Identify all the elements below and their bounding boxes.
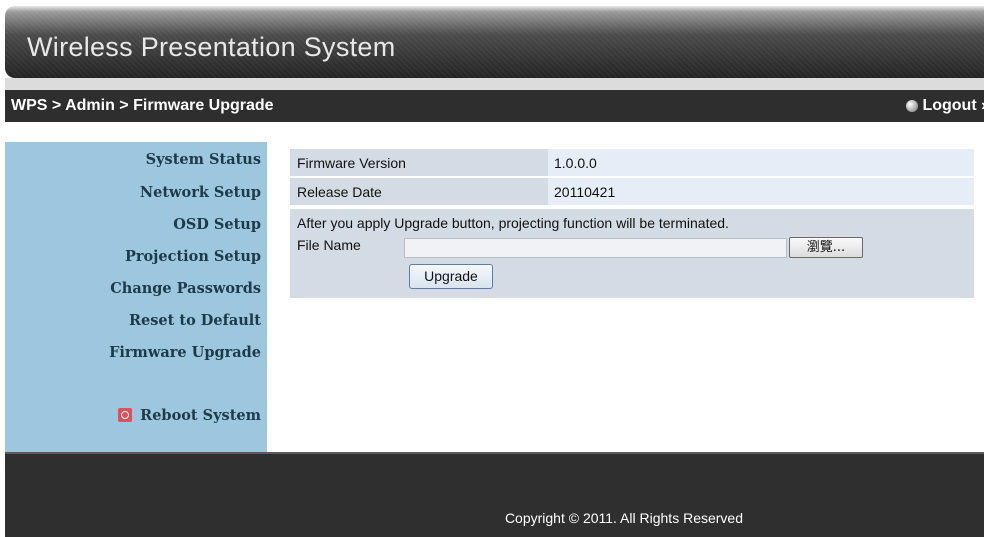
upgrade-panel: After you apply Upgrade button, projecti… — [290, 209, 974, 298]
footer-divider — [5, 452, 984, 454]
sidebar-item-change-passwords[interactable]: Change Passwords — [110, 280, 261, 297]
reboot-label: Reboot System — [140, 407, 261, 424]
power-icon — [118, 408, 133, 422]
release-date-value: 20110421 — [554, 184, 616, 200]
header-divider — [5, 78, 984, 90]
firmware-version-row: Firmware Version 1.0.0.0 — [290, 149, 974, 176]
release-date-label: Release Date — [297, 184, 382, 200]
app-title: Wireless Presentation System — [27, 32, 396, 62]
footer: Copyright © 2011. All Rights Reserved — [5, 452, 984, 537]
upgrade-notice: After you apply Upgrade button, projecti… — [297, 215, 729, 231]
sidebar-item-firmware-upgrade[interactable]: Firmware Upgrade — [109, 344, 261, 361]
sidebar-item-reset-to-default[interactable]: Reset to Default — [129, 312, 261, 329]
app-header: Wireless Presentation System — [5, 6, 984, 78]
upgrade-button[interactable]: Upgrade — [409, 264, 493, 289]
breadcrumb: WPS > Admin > Firmware Upgrade — [11, 97, 274, 114]
page-frame: Wireless Presentation System WPS > Admin… — [5, 0, 984, 537]
sidebar-item-projection-setup[interactable]: Projection Setup — [125, 248, 261, 265]
firmware-version-value: 1.0.0.0 — [554, 155, 597, 171]
navbar: WPS > Admin > Firmware Upgrade Logout » — [5, 90, 984, 122]
copyright-text: Copyright © 2011. All Rights Reserved — [504, 510, 743, 526]
sidebar-item-system-status[interactable]: System Status — [146, 151, 261, 168]
release-date-row: Release Date 20110421 — [290, 178, 974, 205]
file-name-label: File Name — [297, 237, 361, 253]
logout-label: Logout » — [922, 97, 984, 114]
firmware-version-label-cell: Firmware Version — [290, 149, 548, 176]
sidebar-item-network-setup[interactable]: Network Setup — [140, 184, 261, 201]
release-date-label-cell: Release Date — [290, 178, 548, 205]
logout-link[interactable]: Logout » — [906, 97, 984, 115]
sidebar: System Status Network Setup OSD Setup Pr… — [5, 142, 267, 452]
reboot-system-link[interactable]: Reboot System — [118, 407, 261, 424]
browse-button[interactable]: 瀏覽... — [789, 237, 863, 258]
firmware-version-label: Firmware Version — [297, 155, 406, 171]
logout-dot-icon — [906, 100, 919, 112]
sidebar-item-osd-setup[interactable]: OSD Setup — [173, 216, 261, 233]
file-name-input[interactable] — [404, 238, 787, 258]
